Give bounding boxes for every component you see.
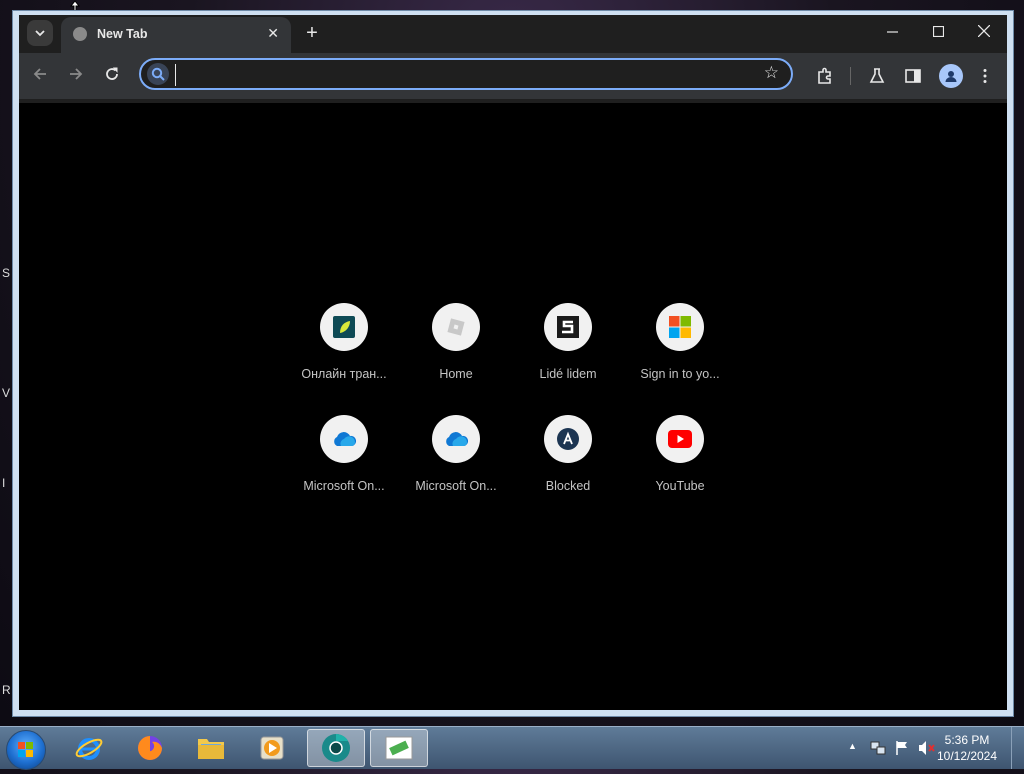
arrow-left-icon — [33, 68, 46, 80]
new-tab-button[interactable]: + — [301, 22, 323, 45]
shortcut-icon-circle — [432, 303, 480, 351]
maximize-icon — [932, 25, 944, 37]
menu-button[interactable] — [973, 64, 997, 88]
shortcut-icon-circle — [544, 415, 592, 463]
shortcut-icon-circle — [320, 303, 368, 351]
clock-date: 10/12/2024 — [936, 749, 998, 763]
taskbar-media-player[interactable] — [243, 729, 301, 767]
tab-title: New Tab — [97, 27, 148, 41]
clock[interactable]: 5:36 PM 10/12/2024 — [934, 732, 1000, 764]
onedrive-icon — [334, 432, 357, 446]
system-tray: ▲ 5:36 PM 10/12/2024 — [834, 727, 1024, 769]
shortcut-tile[interactable]: YouTube — [624, 415, 736, 515]
taskbar-app[interactable] — [370, 729, 428, 767]
taskbar-chrome[interactable] — [307, 729, 365, 767]
globe-icon — [73, 27, 87, 41]
shortcut-label: Sign in to yo... — [640, 367, 720, 381]
taskbar: ▲ 5:36 PM 10/12/2024 — [0, 726, 1024, 770]
shortcut-label: Lidé lidem — [539, 367, 597, 381]
forward-button[interactable] — [65, 65, 87, 87]
shortcut-tile[interactable]: Microsoft On... — [288, 415, 400, 515]
start-button[interactable] — [6, 730, 46, 770]
onedrive-icon — [446, 432, 469, 446]
close-tab-icon[interactable]: ✕ — [267, 25, 279, 42]
maximize-button[interactable] — [915, 15, 961, 47]
tab-search-button[interactable] — [27, 20, 53, 46]
chevron-down-icon — [35, 30, 45, 37]
kebab-menu-icon — [983, 69, 987, 83]
reload-icon — [106, 67, 118, 80]
minimize-button[interactable] — [869, 15, 915, 47]
internet-explorer-icon — [75, 738, 103, 760]
desktop-icon-label: V — [2, 386, 11, 400]
microsoft-icon — [669, 316, 691, 338]
shortcut-label: Онлайн тран... — [301, 367, 387, 381]
action-center-flag-icon[interactable] — [894, 740, 910, 756]
youtube-icon — [668, 430, 692, 448]
taskbar-file-explorer[interactable] — [182, 729, 240, 767]
green-card-app-icon — [385, 736, 413, 760]
side-panel-button[interactable] — [901, 64, 925, 88]
file-explorer-icon — [198, 739, 224, 759]
puzzle-icon — [818, 67, 831, 84]
shortcut-icon-circle — [544, 303, 592, 351]
shortcut-icon-circle — [656, 303, 704, 351]
windows-logo-icon — [18, 742, 33, 757]
shortcut-tile[interactable]: Blocked — [512, 415, 624, 515]
back-button[interactable] — [29, 65, 51, 87]
s-logo-icon — [557, 316, 579, 338]
search-icon — [147, 63, 169, 85]
reload-button[interactable] — [101, 65, 123, 87]
extensions-button[interactable] — [813, 64, 837, 88]
address-bar[interactable]: ☆ — [139, 58, 793, 90]
arrow-right-icon — [70, 68, 83, 80]
network-icon[interactable] — [870, 740, 886, 756]
browser-window: New Tab ✕ + ☆ Онлайн тран... Home Lidé l… — [12, 10, 1014, 717]
new-tab-page: Онлайн тран... Home Lidé lidem Sign in t… — [19, 103, 1007, 710]
profile-avatar[interactable] — [939, 64, 963, 88]
taskbar-firefox[interactable] — [121, 729, 179, 767]
close-window-button[interactable] — [961, 15, 1007, 47]
shortcut-label: Home — [439, 367, 473, 381]
side-panel-icon — [905, 69, 921, 83]
roblox-icon — [447, 318, 465, 336]
shortcut-tile[interactable]: Онлайн тран... — [288, 303, 400, 403]
address-input[interactable] — [175, 64, 750, 86]
firefox-icon — [138, 736, 162, 760]
taskbar-internet-explorer[interactable] — [60, 729, 118, 767]
show-desktop-button[interactable] — [1011, 727, 1024, 769]
flask-icon — [869, 68, 885, 83]
shortcut-label: Microsoft On... — [303, 479, 385, 493]
shortcut-icon-circle — [320, 415, 368, 463]
tab-strip: New Tab ✕ + — [19, 15, 1007, 53]
toolbar-divider — [850, 67, 851, 85]
shortcut-icon-circle — [432, 415, 480, 463]
window-controls — [869, 15, 1007, 47]
shortcut-tile[interactable]: Microsoft On... — [400, 415, 512, 515]
media-player-icon — [260, 736, 284, 760]
desktop-icon-label: R — [2, 683, 11, 697]
person-icon — [945, 71, 957, 82]
browser-chrome: New Tab ✕ + ☆ — [19, 15, 1007, 103]
browser-toolbar: ☆ — [19, 53, 1007, 99]
a-badge-icon — [557, 428, 579, 450]
shortcut-tile[interactable]: Sign in to yo... — [624, 303, 736, 403]
shortcut-label: Microsoft On... — [415, 479, 497, 493]
shortcut-icon-circle — [656, 415, 704, 463]
clock-time: 5:36 PM — [944, 733, 990, 747]
shortcut-tile[interactable]: Lidé lidem — [512, 303, 624, 403]
desktop-icon-label: I — [2, 476, 6, 490]
close-icon — [978, 25, 990, 37]
minimize-icon — [886, 30, 898, 33]
shortcut-label: YouTube — [655, 479, 705, 493]
desktop-icon-label: S — [2, 266, 11, 280]
bookmark-star-icon[interactable]: ☆ — [764, 63, 779, 83]
shortcut-tile[interactable]: Home — [400, 303, 512, 403]
shortcut-label: Blocked — [545, 479, 591, 493]
tab-new-tab[interactable]: New Tab ✕ — [61, 17, 291, 53]
show-hidden-icons-icon[interactable]: ▲ — [848, 741, 857, 751]
chrome-icon — [322, 734, 350, 762]
labs-button[interactable] — [865, 64, 889, 88]
green-leaf-app-icon — [333, 316, 355, 338]
